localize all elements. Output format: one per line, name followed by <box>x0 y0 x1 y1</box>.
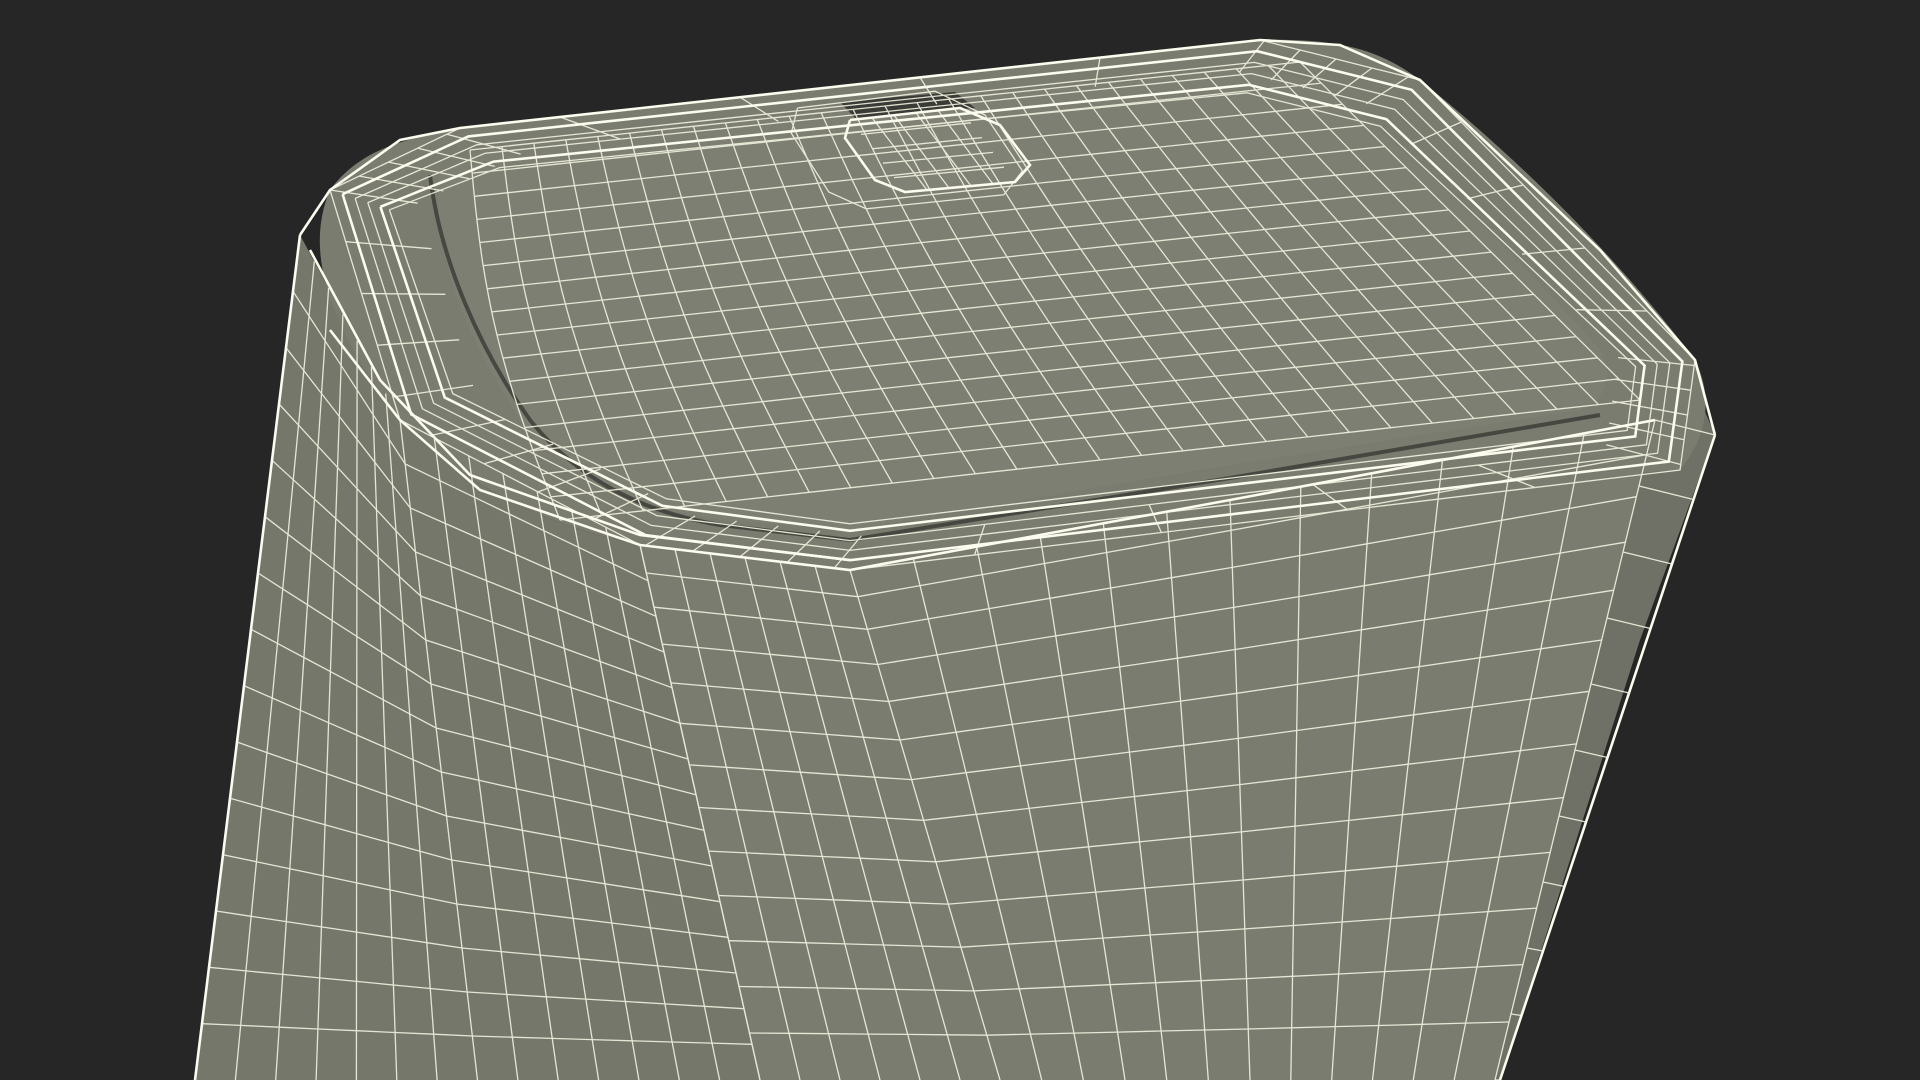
render-viewport <box>0 0 1920 1080</box>
mesh-line <box>355 340 358 1080</box>
mesh-scene <box>0 0 1920 1080</box>
